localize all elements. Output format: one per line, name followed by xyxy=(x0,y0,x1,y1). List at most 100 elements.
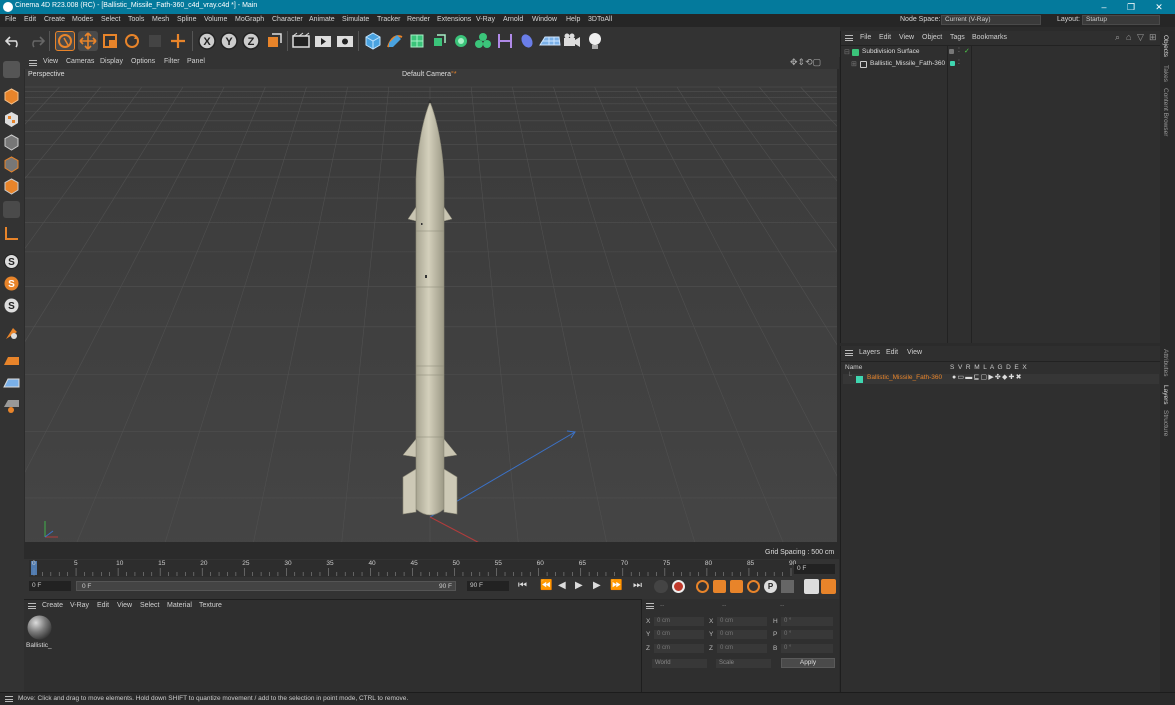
menu-modes[interactable]: Modes xyxy=(72,16,93,23)
status-menu-icon[interactable] xyxy=(5,696,13,702)
menu-tools[interactable]: Tools xyxy=(128,16,144,23)
viewport-menu-filter[interactable]: Filter xyxy=(164,58,180,65)
size-y-field[interactable]: 0 cm xyxy=(717,630,767,639)
object-menu-view[interactable]: View xyxy=(899,34,914,41)
coordinates-menu-icon[interactable] xyxy=(646,603,654,609)
coordinate-system-icon[interactable] xyxy=(264,31,284,51)
axis-mode-icon[interactable] xyxy=(3,225,20,242)
layout-dropdown[interactable]: Startup xyxy=(1082,15,1160,25)
close-button[interactable]: ✕ xyxy=(1149,1,1169,13)
pen-spline-icon[interactable] xyxy=(385,31,405,51)
undo-icon[interactable] xyxy=(5,33,23,49)
end-frame-field[interactable]: 90 F xyxy=(467,581,509,591)
layer-row[interactable]: └ Ballistic_Missile_Fath-360 ●▭▬⊑▢▶✤◆✚✖ xyxy=(843,373,1159,384)
workplane-snap-icon[interactable]: S xyxy=(3,297,20,314)
model-mode-icon[interactable] xyxy=(3,88,20,105)
extrude-icon[interactable] xyxy=(429,31,449,51)
visibility-dots-icon[interactable]: ⁚ xyxy=(958,47,960,54)
prev-frame-icon[interactable]: ◀ xyxy=(558,580,566,591)
menu-3dtoall[interactable]: 3DToAll xyxy=(588,16,612,23)
deformer-icon[interactable] xyxy=(495,31,515,51)
menu-tracker[interactable]: Tracker xyxy=(377,16,400,23)
home-icon[interactable]: ⌂ xyxy=(1126,32,1131,42)
3d-viewport[interactable]: Perspective Default Camera°* Grid Spacin… xyxy=(25,69,837,559)
apply-button[interactable]: Apply xyxy=(781,658,835,668)
material-menu-view[interactable]: View xyxy=(117,602,132,609)
layer-color-swatch[interactable] xyxy=(856,376,863,383)
scale-tool-icon[interactable] xyxy=(100,31,120,51)
light-icon[interactable] xyxy=(585,31,605,51)
filter-icon[interactable]: ▽ xyxy=(1137,32,1144,43)
uv-mode-icon[interactable] xyxy=(3,201,20,218)
material-swatch[interactable]: Ballistic_ xyxy=(26,614,53,652)
frame-range-slider[interactable]: 0 F 90 F xyxy=(76,581,456,591)
material-menu-select[interactable]: Select xyxy=(140,602,159,609)
menu-help[interactable]: Help xyxy=(566,16,580,23)
prev-key-icon[interactable]: ⏪ xyxy=(540,580,552,591)
transform-tool-icon[interactable] xyxy=(168,31,188,51)
layer-color-icon[interactable] xyxy=(950,61,955,66)
viewport-menu-icon[interactable] xyxy=(29,60,37,66)
snap-icon[interactable]: S xyxy=(3,253,20,270)
tab-structure[interactable]: Structure xyxy=(1162,410,1169,436)
next-key-icon[interactable]: ⏩ xyxy=(610,580,622,591)
menu-simulate[interactable]: Simulate xyxy=(342,16,369,23)
node-space-dropdown[interactable]: Current (V-Ray) xyxy=(941,15,1041,25)
field-icon[interactable] xyxy=(517,31,537,51)
next-frame-icon[interactable]: ▶ xyxy=(593,580,601,591)
rotate-tool-icon[interactable] xyxy=(122,31,142,51)
autokey-icon[interactable] xyxy=(696,580,709,593)
minimize-button[interactable]: – xyxy=(1094,1,1114,13)
enabled-check-icon[interactable]: ✓ xyxy=(964,47,970,55)
current-frame-field[interactable]: 0 F xyxy=(794,564,835,574)
material-menu-icon[interactable] xyxy=(28,603,36,609)
material-menu-edit[interactable]: Edit xyxy=(97,602,109,609)
workplane-icon[interactable] xyxy=(3,353,20,370)
menu-animate[interactable]: Animate xyxy=(309,16,335,23)
material-menu-create[interactable]: Create xyxy=(42,602,63,609)
object-menu-icon[interactable] xyxy=(845,35,853,41)
goto-end-icon[interactable]: ⏭ xyxy=(633,580,642,591)
camera-icon[interactable] xyxy=(562,31,582,51)
layer-menu-view[interactable]: View xyxy=(907,349,922,356)
menu-arnold[interactable]: Arnold xyxy=(503,16,523,23)
visibility-dots-icon[interactable]: ⁚ xyxy=(958,59,960,66)
goto-start-icon[interactable]: ⏮ xyxy=(518,580,527,591)
key-rotation-icon[interactable] xyxy=(747,580,760,593)
object-menu-bookmarks[interactable]: Bookmarks xyxy=(972,34,1007,41)
floor-icon[interactable] xyxy=(539,31,561,51)
menu-select[interactable]: Select xyxy=(101,16,120,23)
menu-create[interactable]: Create xyxy=(44,16,65,23)
object-menu-object[interactable]: Object xyxy=(922,34,942,41)
motion-clip-icon[interactable] xyxy=(804,579,819,594)
key-scale-icon[interactable] xyxy=(730,580,743,593)
expand-icon[interactable]: ⊞ xyxy=(851,60,857,68)
layer-menu-layers[interactable]: Layers xyxy=(859,349,880,356)
points-mode-icon[interactable] xyxy=(3,134,20,151)
key-param-icon[interactable]: P xyxy=(764,580,777,593)
menu-mograph[interactable]: MoGraph xyxy=(235,16,264,23)
menu-spline[interactable]: Spline xyxy=(177,16,196,23)
cloner-icon[interactable] xyxy=(473,31,493,51)
menu-edit[interactable]: Edit xyxy=(24,16,36,23)
grid-workplane-icon[interactable] xyxy=(3,375,20,392)
rot-h-field[interactable]: 0 ° xyxy=(781,617,833,626)
menu-window[interactable]: Window xyxy=(532,16,557,23)
material-menu-material[interactable]: Material xyxy=(167,602,192,609)
menu-extensions[interactable]: Extensions xyxy=(437,16,471,23)
maximize-button[interactable]: ❐ xyxy=(1121,1,1141,13)
search-icon[interactable]: ⌕ xyxy=(1115,32,1120,43)
object-row[interactable]: ⊟ Subdivision Surface ⁚ ✓ xyxy=(843,48,1161,58)
expand-icon[interactable]: ⊟ xyxy=(844,48,850,56)
object-menu-tags[interactable]: Tags xyxy=(950,34,965,41)
viewport-menu-display[interactable]: Display xyxy=(100,58,123,65)
coord-mode-dropdown[interactable]: World xyxy=(652,659,707,668)
object-row[interactable]: ⊞ Ballistic_Missile_Fath-360 ⁚ xyxy=(843,60,1161,70)
array-icon[interactable] xyxy=(451,31,471,51)
layer-menu-edit[interactable]: Edit xyxy=(886,349,898,356)
redo-icon[interactable] xyxy=(27,33,45,49)
viewport-menu-cameras[interactable]: Cameras xyxy=(66,58,94,65)
viewport-menu-panel[interactable]: Panel xyxy=(187,58,205,65)
record-active-keys-icon[interactable] xyxy=(672,580,685,593)
coord-scale-dropdown[interactable]: Scale xyxy=(716,659,771,668)
